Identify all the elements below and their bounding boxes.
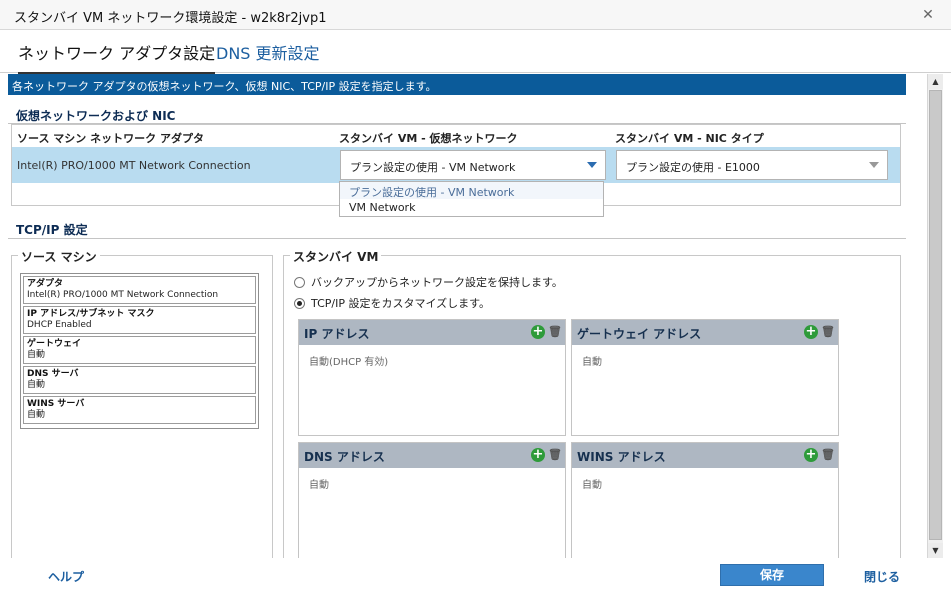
source-item-value: 自動 [27,350,46,360]
add-icon[interactable]: + [531,325,545,339]
virtual-network-value: プラン設定の使用 - VM Network [350,161,516,174]
source-item-key: ゲートウェイ [27,339,82,349]
tab-bar: ネットワーク アダプタ設定 DNS 更新設定 [0,31,951,74]
trash-icon[interactable]: 🗑 [821,448,835,462]
add-icon[interactable]: + [804,448,818,462]
info-banner: 各ネットワーク アダプタの仮想ネットワーク、仮想 NIC、TCP/IP 設定を指… [8,74,906,95]
save-button[interactable]: 保存 [720,564,824,586]
panel-header: IP アドレス + 🗑 [299,320,565,345]
standby-vm-legend: スタンバイ VM [290,248,382,265]
source-item-value: 自動 [27,410,46,420]
gateway-address-panel: ゲートウェイ アドレス + 🗑 自動 [571,319,839,436]
list-item: アダプタ Intel(R) PRO/1000 MT Network Connec… [23,276,256,304]
footer: ヘルプ 保存 閉じる [0,558,951,600]
keep-settings-radio[interactable]: バックアップからネットワーク設定を保持します。 [294,274,563,290]
col-header-virtual-network: スタンバイ VM - 仮想ネットワーク [339,132,518,145]
source-machine-group: ソース マシン アダプタ Intel(R) PRO/1000 MT Networ… [11,248,273,558]
add-icon[interactable]: + [531,448,545,462]
panel-title: IP アドレス [304,327,370,341]
source-item-key: DNS サーバ [27,369,79,379]
source-info-list: アダプタ Intel(R) PRO/1000 MT Network Connec… [20,273,259,429]
standby-vm-group: スタンバイ VM バックアップからネットワーク設定を保持します。 TCP/IP … [283,248,901,558]
panel-body: 自動 [309,480,329,491]
chevron-down-icon[interactable] [869,162,879,168]
panel-header: WINS アドレス + 🗑 [572,443,838,468]
virtual-network-dropdown: プラン設定の使用 - VM Network VM Network [339,181,604,217]
radio-unchecked[interactable] [294,277,305,288]
list-item: ゲートウェイ 自動 [23,336,256,364]
col-header-source-adapter: ソース マシン ネットワーク アダプタ [17,132,204,145]
ip-address-panel: IP アドレス + 🗑 自動(DHCP 有効) [298,319,566,436]
trash-icon[interactable]: 🗑 [548,448,562,462]
panel-header: DNS アドレス + 🗑 [299,443,565,468]
source-item-value: 自動 [27,380,46,390]
nic-section-title: 仮想ネットワークおよび NIC [16,109,176,123]
table-row[interactable]: Intel(R) PRO/1000 MT Network Connection … [12,147,900,183]
help-link[interactable]: ヘルプ [48,568,84,585]
customize-tcpip-radio[interactable]: TCP/IP 設定をカスタマイズします。 [294,295,490,311]
source-machine-legend: ソース マシン [18,248,100,265]
adapter-name: Intel(R) PRO/1000 MT Network Connection [17,159,251,172]
nic-type-value: プラン設定の使用 - E1000 [626,161,760,174]
nic-type-select[interactable]: プラン設定の使用 - E1000 [616,150,888,180]
scroll-down-icon[interactable]: ▼ [928,543,943,558]
list-item: DNS サーバ 自動 [23,366,256,394]
vertical-scrollbar[interactable]: ▲ ▼ [927,74,943,558]
panel-body: 自動 [582,357,602,368]
divider [8,238,906,239]
panel-title: WINS アドレス [577,450,666,464]
scrollbar-thumb[interactable] [929,90,942,540]
list-item: IP アドレス/サブネット マスク DHCP Enabled [23,306,256,334]
dns-address-panel: DNS アドレス + 🗑 自動 [298,442,566,558]
virtual-network-select[interactable]: プラン設定の使用 - VM Network [340,150,606,180]
col-header-nic-type: スタンバイ VM - NIC タイプ [615,132,764,145]
add-icon[interactable]: + [804,325,818,339]
radio-checked[interactable] [294,298,305,309]
source-item-key: IP アドレス/サブネット マスク [27,309,155,319]
tcpip-section-title: TCP/IP 設定 [16,223,88,237]
scroll-up-icon[interactable]: ▲ [928,74,943,89]
panel-title: ゲートウェイ アドレス [577,327,702,341]
tab-dns-update[interactable]: DNS 更新設定 [216,40,320,64]
window-title: スタンバイ VM ネットワーク環境設定 - w2k8r2jvp1 [14,11,327,26]
chevron-down-icon[interactable] [587,162,597,168]
list-item: WINS サーバ 自動 [23,396,256,424]
source-item-value: Intel(R) PRO/1000 MT Network Connection [27,290,219,300]
panel-title: DNS アドレス [304,450,385,464]
title-bar: スタンバイ VM ネットワーク環境設定 - w2k8r2jvp1 ✕ [0,0,951,30]
source-item-key: アダプタ [27,279,64,289]
keep-settings-label: バックアップからネットワーク設定を保持します。 [311,276,563,289]
trash-icon[interactable]: 🗑 [548,325,562,339]
content-area: 各ネットワーク アダプタの仮想ネットワーク、仮想 NIC、TCP/IP 設定を指… [8,74,944,558]
customize-tcpip-label: TCP/IP 設定をカスタマイズします。 [311,297,491,310]
close-button[interactable]: 閉じる [864,568,900,585]
panel-body: 自動 [582,480,602,491]
dropdown-option[interactable]: プラン設定の使用 - VM Network [340,182,603,199]
close-icon[interactable]: ✕ [919,6,937,24]
wins-address-panel: WINS アドレス + 🗑 自動 [571,442,839,558]
panel-body: 自動(DHCP 有効) [309,357,389,368]
dropdown-option[interactable]: VM Network [340,199,603,216]
trash-icon[interactable]: 🗑 [821,325,835,339]
tab-network-adapter[interactable]: ネットワーク アダプタ設定 [18,40,216,74]
source-item-key: WINS サーバ [27,399,85,409]
panel-header: ゲートウェイ アドレス + 🗑 [572,320,838,345]
source-item-value: DHCP Enabled [27,320,92,330]
